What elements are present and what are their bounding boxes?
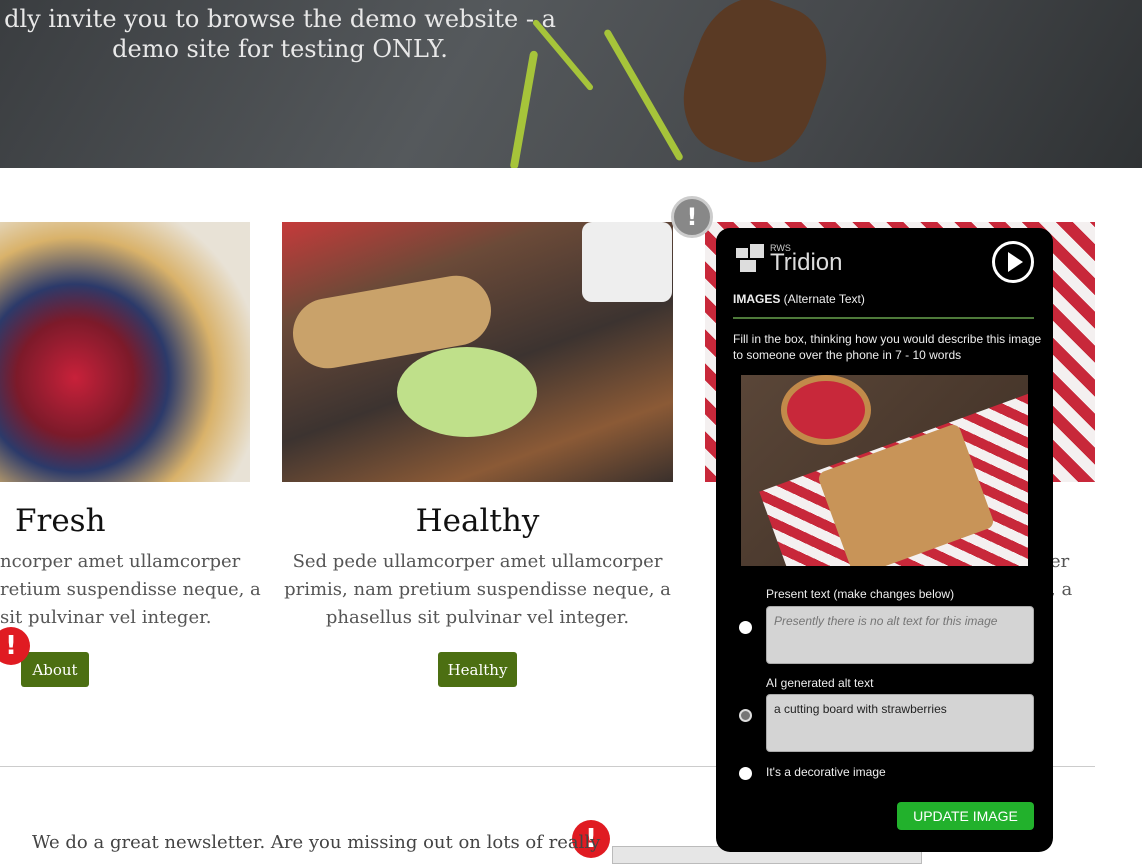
card-image-sandwich	[282, 222, 673, 482]
update-image-button[interactable]: UPDATE IMAGE	[897, 802, 1034, 830]
card-text-fresh: ncorper amet ullamcorper retium suspendi…	[0, 551, 261, 628]
tridion-logo-icon	[736, 244, 766, 274]
card-title-fresh: Fresh	[15, 503, 106, 539]
section-divider	[733, 317, 1034, 319]
decorative-radio[interactable]	[739, 767, 752, 780]
card-text-healthy: Sed pede ullamcorper amet ullamcorper pr…	[284, 551, 671, 628]
card-image-berries	[0, 222, 250, 482]
newsletter-text: We do a great newsletter. Are you missin…	[32, 832, 601, 853]
tridion-alt-text-panel: RWS Tridion IMAGES (Alternate Text) Fill…	[716, 228, 1053, 852]
brand-name: Tridion	[770, 249, 843, 276]
play-icon[interactable]	[992, 241, 1034, 283]
instructions: Fill in the box, thinking how you would …	[733, 332, 1042, 362]
active-alert-icon[interactable]: !	[671, 196, 713, 238]
decorative-label: It's a decorative image	[766, 765, 886, 779]
ai-text-field[interactable]: a cutting board with strawberries	[766, 694, 1034, 752]
healthy-button[interactable]: Healthy	[438, 652, 517, 687]
ai-text-radio[interactable]	[739, 709, 752, 722]
ai-text-label: AI generated alt text	[766, 676, 874, 690]
image-preview	[741, 375, 1028, 566]
hero-text: dly invite you to browse the demo websit…	[4, 5, 556, 63]
present-text-label: Present text (make changes below)	[766, 587, 955, 601]
section-heading: IMAGES (Alternate Text)	[733, 292, 865, 306]
card-title-healthy: Healthy	[415, 503, 540, 539]
card-text-fragment: er, a	[1050, 551, 1073, 600]
present-text-radio[interactable]	[739, 621, 752, 634]
present-text-field[interactable]	[766, 606, 1034, 664]
about-button[interactable]: About	[21, 652, 89, 687]
hero-banner: dly invite you to browse the demo websit…	[0, 0, 1142, 168]
